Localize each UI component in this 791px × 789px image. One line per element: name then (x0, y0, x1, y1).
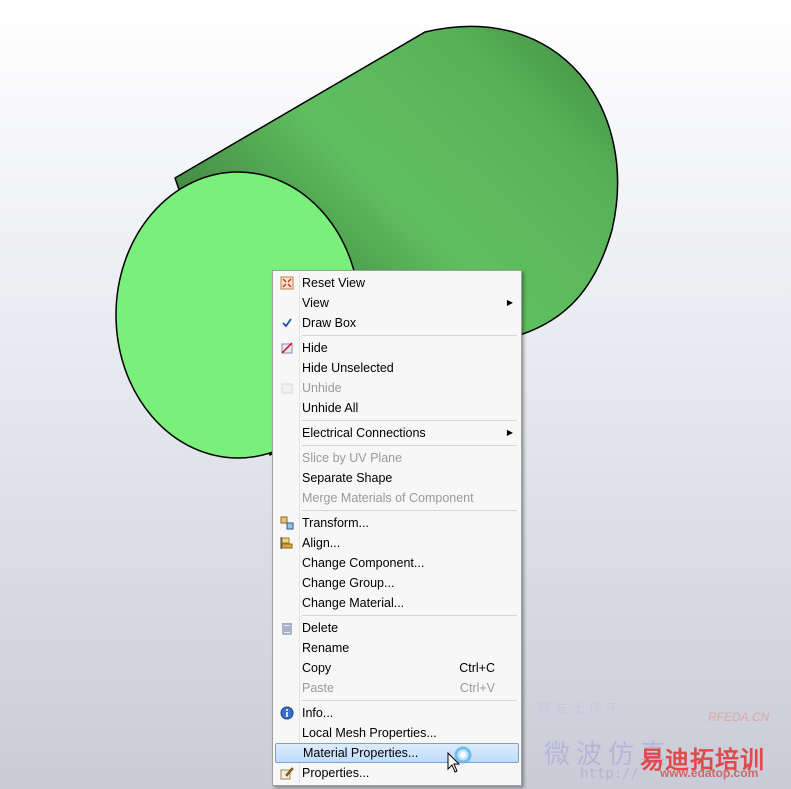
align-icon (279, 535, 295, 551)
menu-item-label: Separate Shape (302, 471, 393, 485)
menu-separator (302, 615, 517, 616)
menu-item-unhide: Unhide (275, 378, 519, 398)
delete-icon (279, 620, 295, 636)
menu-item-view[interactable]: View ▶ (275, 293, 519, 313)
menu-item-separate-shape[interactable]: Separate Shape (275, 468, 519, 488)
menu-item-change-material[interactable]: Change Material... (275, 593, 519, 613)
watermark-line1: 网友上传于 (538, 702, 624, 717)
menu-item-hide-unselected[interactable]: Hide Unselected (275, 358, 519, 378)
menu-item-label: Info... (302, 706, 334, 720)
menu-item-shortcut: Ctrl+V (459, 681, 495, 695)
menu-item-label: Electrical Connections (302, 426, 426, 440)
menu-item-label: Unhide (302, 381, 342, 395)
menu-item-hide[interactable]: Hide (275, 338, 519, 358)
submenu-arrow-icon: ▶ (506, 298, 513, 307)
unhide-icon (279, 380, 295, 396)
menu-item-label: Unhide All (302, 401, 359, 415)
properties-icon (279, 765, 295, 781)
menu-separator (302, 420, 517, 421)
menu-item-delete[interactable]: Delete (275, 618, 519, 638)
menu-item-label: Slice by UV Plane (302, 451, 403, 465)
menu-item-label: Hide (302, 341, 328, 355)
menu-item-align[interactable]: Align... (275, 533, 519, 553)
menu-item-properties[interactable]: Properties... (275, 763, 519, 783)
hide-icon (279, 340, 295, 356)
submenu-arrow-icon: ▶ (506, 428, 513, 437)
menu-item-label: Rename (302, 641, 350, 655)
menu-item-label: Paste (302, 681, 334, 695)
menu-item-label: Local Mesh Properties... (302, 726, 437, 740)
menu-item-slice-by-uv-plane: Slice by UV Plane (275, 448, 519, 468)
menu-item-label: Merge Materials of Component (302, 491, 474, 505)
watermark-url: http:// (580, 766, 640, 782)
menu-item-label: Change Group... (302, 576, 395, 590)
menu-item-label: Change Component... (302, 556, 425, 570)
menu-item-label: Reset View (302, 276, 365, 290)
menu-item-rename[interactable]: Rename (275, 638, 519, 658)
menu-item-label: Hide Unselected (302, 361, 394, 375)
menu-item-label: Material Properties... (303, 746, 419, 760)
checkmark-icon (279, 315, 295, 331)
menu-item-label: Change Material... (302, 596, 405, 610)
info-icon (279, 705, 295, 721)
menu-item-local-mesh-properties[interactable]: Local Mesh Properties... (275, 723, 519, 743)
menu-item-reset-view[interactable]: Reset View (275, 273, 519, 293)
menu-separator (302, 700, 517, 701)
menu-item-merge-materials-of-component: Merge Materials of Component (275, 488, 519, 508)
reset-view-icon (279, 275, 295, 291)
menu-item-label: Copy (302, 661, 332, 675)
menu-item-paste: Paste Ctrl+V (275, 678, 519, 698)
menu-item-label: Properties... (302, 766, 370, 780)
menu-separator (302, 335, 517, 336)
mouse-cursor-icon (447, 752, 461, 773)
transform-icon (279, 515, 295, 531)
watermark: 网友上传于 RFEDA.CN 微波仿真 易迪拓培训 http:// www.ed… (520, 690, 791, 789)
menu-item-label: Delete (302, 621, 339, 635)
menu-item-label: Align... (302, 536, 341, 550)
menu-item-change-component[interactable]: Change Component... (275, 553, 519, 573)
menu-item-copy[interactable]: Copy Ctrl+C (275, 658, 519, 678)
menu-item-label: View (302, 296, 329, 310)
watermark-brand: RFEDA.CN (708, 710, 770, 724)
context-menu: Reset View View ▶ Draw Box Hide Hide Unselect… (272, 270, 522, 786)
menu-item-label: Transform... (302, 516, 369, 530)
menu-item-draw-box[interactable]: Draw Box (275, 313, 519, 333)
menu-item-transform[interactable]: Transform... (275, 513, 519, 533)
menu-item-electrical-connections[interactable]: Electrical Connections ▶ (275, 423, 519, 443)
menu-item-unhide-all[interactable]: Unhide All (275, 398, 519, 418)
watermark-url2: www.edatop.com (660, 766, 759, 780)
menu-item-shortcut: Ctrl+C (459, 661, 495, 675)
menu-item-material-properties[interactable]: Material Properties... (275, 743, 519, 763)
menu-item-change-group[interactable]: Change Group... (275, 573, 519, 593)
menu-separator (302, 445, 517, 446)
menu-item-label: Draw Box (302, 316, 357, 330)
menu-separator (302, 510, 517, 511)
menu-item-info[interactable]: Info... (275, 703, 519, 723)
